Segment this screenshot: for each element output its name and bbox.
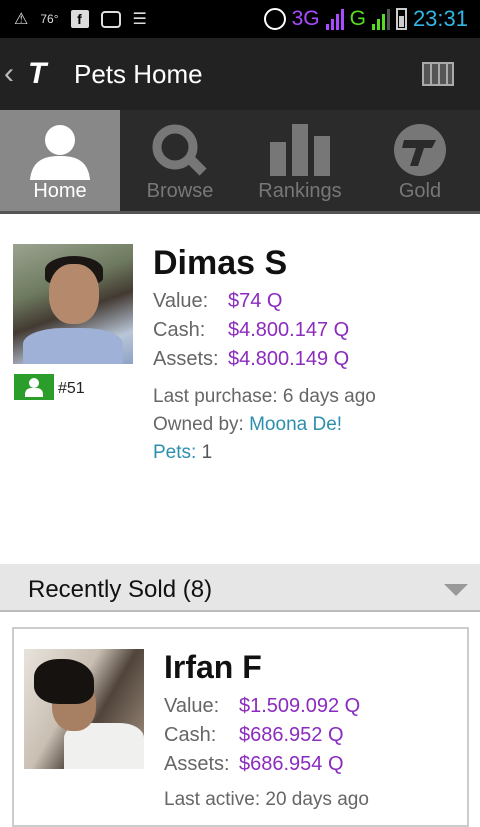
rank-badge-icon <box>14 374 54 400</box>
assets-label: Assets: <box>153 348 219 370</box>
tab-bar: Home Browse Rankings Gold <box>0 110 480 214</box>
assets-amount: $686.954 Q <box>239 753 344 775</box>
value-label: Value: <box>164 695 220 717</box>
network-type: 3G <box>291 7 320 30</box>
assets-row: Assets: $686.954 Q <box>164 753 344 776</box>
tab-browse-label: Browse <box>146 180 214 202</box>
bar-chart-icon <box>270 124 330 176</box>
gold-coin-icon <box>394 124 446 176</box>
avatar-hair <box>34 659 94 704</box>
owned-by-label: Owned by: <box>153 414 250 435</box>
pets-row[interactable]: Pets: 1 <box>153 442 212 464</box>
network-type-secondary: G <box>349 7 366 30</box>
owned-by-row: Owned by: Moona De! <box>153 414 342 436</box>
pets-count: 1 <box>201 442 213 463</box>
tab-rankings-label: Rankings <box>258 180 342 202</box>
action-bar: ‹ T Pets Home <box>0 38 480 110</box>
tab-rankings[interactable]: Rankings <box>240 110 360 211</box>
pets-label[interactable]: Pets: <box>153 442 196 463</box>
temperature: 76° <box>40 12 59 26</box>
tab-browse[interactable]: Browse <box>120 110 240 211</box>
cash-amount: $686.952 Q <box>239 724 344 746</box>
owner-link[interactable]: Moona De! <box>249 414 342 435</box>
assets-row: Assets: $4.800.149 Q <box>153 348 349 371</box>
battery-icon <box>395 8 407 30</box>
cash-amount: $4.800.147 Q <box>228 319 350 341</box>
table-menu-icon[interactable] <box>422 62 454 86</box>
recently-sold-header[interactable]: Recently Sold (8) <box>0 564 480 612</box>
tab-home[interactable]: Home <box>0 110 120 211</box>
profile-name: Dimas S <box>153 244 288 282</box>
person-icon <box>30 125 90 180</box>
avatar-face <box>49 264 99 324</box>
value-amount: $74 Q <box>228 290 283 312</box>
list-item[interactable]: Irfan F Value: $1.509.092 Q Cash: $686.9… <box>12 627 469 827</box>
avatar[interactable] <box>13 244 133 364</box>
magnifier-icon <box>152 124 207 176</box>
signal-icon-secondary <box>371 8 390 30</box>
assets-amount: $4.800.149 Q <box>228 348 350 370</box>
cash-label: Cash: <box>153 319 206 341</box>
cash-row: Cash: $686.952 Q <box>164 724 344 747</box>
alarm-icon <box>263 8 286 30</box>
value-row: Value: $74 Q <box>153 290 282 313</box>
recently-sold-title: Recently Sold (8) <box>28 576 213 603</box>
bbm-icon <box>100 10 121 28</box>
app-logo-icon[interactable]: T <box>28 59 60 89</box>
sold-pet-name: Irfan F <box>164 649 262 685</box>
value-row: Value: $1.509.092 Q <box>164 695 360 718</box>
value-label: Value: <box>153 290 209 312</box>
status-bar: ⚠ 76° f ☰ 3G G 23:31 <box>0 0 480 38</box>
rank-number: #51 <box>58 380 85 397</box>
facebook-icon: f <box>70 10 89 28</box>
settings-sliders-icon: ☰ <box>132 11 147 28</box>
tab-home-label: Home <box>33 180 87 202</box>
last-purchase: Last purchase: 6 days ago <box>153 386 376 407</box>
clock: 23:31 <box>412 6 468 31</box>
value-amount: $1.509.092 Q <box>239 695 361 717</box>
tab-gold[interactable]: Gold <box>360 110 480 211</box>
cash-row: Cash: $4.800.147 Q <box>153 319 349 342</box>
page-title: Pets Home <box>74 58 203 89</box>
tab-gold-label: Gold <box>398 180 442 202</box>
last-active: Last active: 20 days ago <box>164 789 369 810</box>
signal-icon <box>325 8 344 30</box>
chevron-down-icon[interactable] <box>444 584 468 596</box>
back-icon[interactable]: ‹ <box>4 57 22 91</box>
status-system: 3G G 23:31 <box>263 0 468 38</box>
profile-panel: #51 Dimas S Value: $74 Q Cash: $4.800.14… <box>0 214 480 564</box>
status-notifications: ⚠ 76° f ☰ <box>14 0 147 38</box>
assets-label: Assets: <box>164 753 230 775</box>
cash-label: Cash: <box>164 724 217 746</box>
avatar-shirt <box>23 328 123 364</box>
warning-icon: ⚠ <box>14 11 29 28</box>
avatar[interactable] <box>24 649 144 769</box>
